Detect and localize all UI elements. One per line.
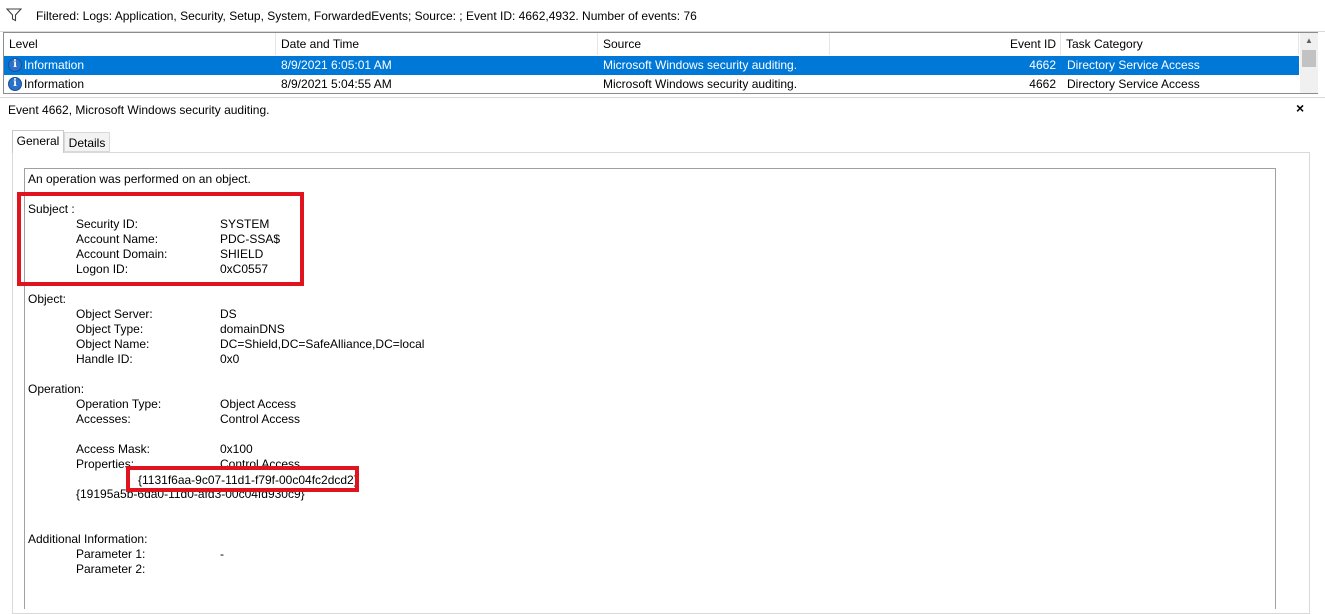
event-list[interactable]: Level Date and Time Source Event ID Task… xyxy=(3,32,1318,94)
subject-highlight-box xyxy=(17,192,304,286)
column-header-source[interactable]: Source xyxy=(598,33,830,55)
operation-header: Operation: xyxy=(28,382,85,396)
event-datetime: 8/9/2021 6:05:01 AM xyxy=(281,58,392,72)
field-label: Accesses: xyxy=(76,412,131,426)
tab-details[interactable]: Details xyxy=(64,132,110,152)
event-source: Microsoft Windows security auditing. xyxy=(603,58,798,72)
column-header-task-category[interactable]: Task Category xyxy=(1061,33,1299,55)
object-header: Object: xyxy=(28,292,67,306)
field-label: Access Mask: xyxy=(76,442,151,456)
pane-divider[interactable] xyxy=(0,97,1325,98)
event-id: 4662 xyxy=(1029,58,1056,72)
event-level: Information xyxy=(24,77,85,91)
guid-highlight-box xyxy=(126,466,359,492)
event-id: 4662 xyxy=(1029,77,1056,91)
scroll-up-arrow-icon[interactable]: ▲ xyxy=(1300,33,1318,49)
field-label: Operation Type: xyxy=(76,397,162,411)
event-datetime: 8/9/2021 5:04:55 AM xyxy=(281,77,392,91)
information-icon: i xyxy=(8,58,22,72)
column-header-date-time[interactable]: Date and Time xyxy=(276,33,598,55)
field-label: Object Name: xyxy=(76,337,150,351)
field-value: Control Access xyxy=(220,412,301,426)
scrollbar-thumb[interactable] xyxy=(1302,50,1316,67)
field-label: Parameter 1: xyxy=(76,547,146,561)
event-row[interactable]: i Information 8/9/2021 6:05:01 AM Micros… xyxy=(4,56,1299,75)
event-list-scrollbar[interactable]: ▲ xyxy=(1300,33,1318,93)
message-intro: An operation was performed on an object. xyxy=(28,172,251,186)
event-row[interactable]: i Information 8/9/2021 5:04:55 AM Micros… xyxy=(4,75,1299,93)
field-value: 0x100 xyxy=(220,442,253,456)
field-label: Object Server: xyxy=(76,307,153,321)
filter-bar: Filtered: Logs: Application, Security, S… xyxy=(0,0,1325,32)
field-label: Handle ID: xyxy=(76,352,133,366)
field-label: Object Type: xyxy=(76,322,144,336)
tab-general[interactable]: General xyxy=(12,130,64,153)
field-value: - xyxy=(220,547,224,561)
field-value: Object Access xyxy=(220,397,297,411)
event-level: Information xyxy=(24,58,85,72)
close-icon[interactable]: × xyxy=(1296,100,1304,116)
field-value: 0x0 xyxy=(220,352,240,366)
field-value: domainDNS xyxy=(220,322,285,336)
field-label: Parameter 2: xyxy=(76,562,146,576)
column-header-event-id[interactable]: Event ID xyxy=(830,33,1061,55)
information-icon: i xyxy=(8,77,22,91)
event-task-category: Directory Service Access xyxy=(1067,58,1200,72)
event-details-title: Event 4662, Microsoft Windows security a… xyxy=(8,103,270,117)
event-task-category: Directory Service Access xyxy=(1067,77,1200,91)
field-value: DC=Shield,DC=SafeAlliance,DC=local xyxy=(220,337,425,351)
funnel-icon xyxy=(6,8,22,22)
filter-description: Filtered: Logs: Application, Security, S… xyxy=(36,9,697,23)
column-header-level[interactable]: Level xyxy=(4,33,276,55)
additional-info-header: Additional Information: xyxy=(28,532,148,546)
event-source: Microsoft Windows security auditing. xyxy=(603,77,798,91)
field-value: DS xyxy=(220,307,237,321)
